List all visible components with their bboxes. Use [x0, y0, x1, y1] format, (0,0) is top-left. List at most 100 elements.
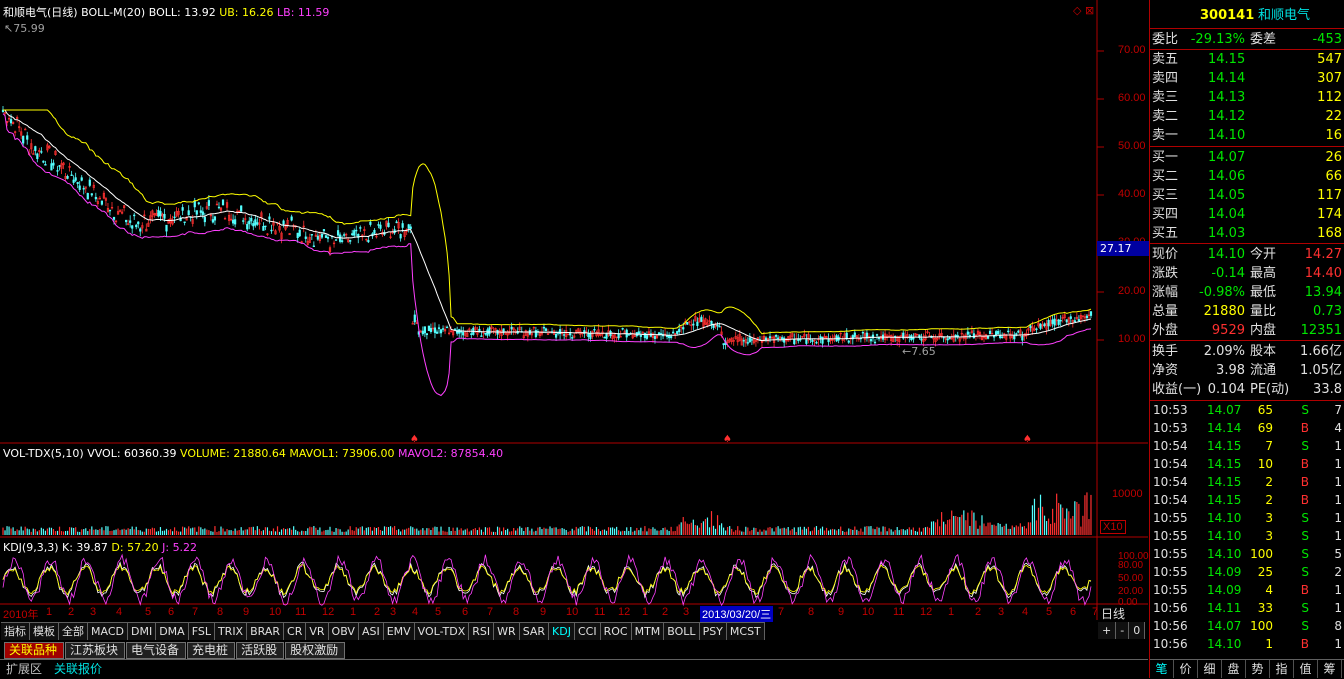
indicator-tab[interactable]: CCI: [574, 623, 601, 640]
indicator-tab[interactable]: EMV: [383, 623, 415, 640]
indicator-tab[interactable]: BRAR: [247, 623, 285, 640]
volume-bar: [214, 526, 216, 535]
tick-time: 10:55: [1153, 511, 1188, 525]
panel-tool-tab[interactable]: 值: [1294, 660, 1318, 678]
volume-bar: [965, 520, 967, 535]
footer-tab[interactable]: 扩展区: [0, 660, 48, 678]
volume-bar: [852, 529, 854, 535]
panel-tool-tab[interactable]: 指: [1270, 660, 1294, 678]
kline-candle-body: [569, 332, 572, 336]
indicator-tab[interactable]: KDJ: [549, 623, 575, 640]
kline-candle-body: [133, 214, 136, 217]
volume-bar: [775, 527, 777, 535]
kline-candle-body: [298, 229, 301, 237]
zoom-control-button[interactable]: 0: [1129, 622, 1146, 639]
footer-tab[interactable]: 关联报价: [48, 660, 108, 678]
kline-candle-body: [262, 226, 265, 231]
board-tab[interactable]: 股权激励: [285, 642, 346, 659]
kline-candle-body: [995, 331, 998, 336]
tick-row: 10:56 14.10 1 B 1: [1150, 635, 1344, 653]
tick-side: S: [1301, 511, 1309, 525]
indicator-tab[interactable]: 全部: [59, 623, 88, 640]
stock-period-title: 和顺电气(日线): [3, 6, 78, 19]
volume-bar: [69, 527, 71, 535]
kline-candle-body: [80, 177, 83, 181]
price-axis-label: 60.00: [1118, 92, 1146, 104]
stat-value: -0.14: [1211, 266, 1245, 281]
tick-time: 10:54: [1153, 457, 1188, 471]
volume-bar: [365, 527, 367, 535]
indicator-tab[interactable]: OBV: [328, 623, 359, 640]
indicator-tab[interactable]: TRIX: [214, 623, 248, 640]
kline-candle-body: [50, 163, 53, 171]
volume-bar: [769, 526, 771, 535]
period-label[interactable]: 日线: [1101, 605, 1125, 622]
indicator-tab[interactable]: ASI: [358, 623, 384, 640]
panel-tool-tab[interactable]: 盘: [1222, 660, 1246, 678]
indicator-tab[interactable]: MTM: [631, 623, 665, 640]
indicator-tab[interactable]: SAR: [519, 623, 550, 640]
indicator-tab[interactable]: DMI: [127, 623, 157, 640]
volume-bar: [1080, 526, 1082, 535]
volume-bar: [912, 527, 914, 535]
indicator-tab[interactable]: VOL-TDX: [414, 623, 470, 640]
volume-bar: [46, 528, 49, 535]
volume-bar: [10, 528, 12, 535]
board-tab[interactable]: 江苏板块: [65, 642, 126, 659]
chart-area[interactable]: ♠ ♠ ♠ 和顺电气(日线) BOLL-M(20) BOLL: 13.92 UB: …: [0, 0, 1149, 678]
board-tab[interactable]: 关联品种: [4, 642, 65, 659]
quote-stat-row: 涨幅 -0.98% 最低 13.94: [1150, 283, 1344, 302]
tick-volume: 25: [1257, 565, 1273, 579]
volume-bar: [712, 525, 715, 535]
indicator-tab[interactable]: RSI: [469, 623, 495, 640]
indicator-tab[interactable]: 模板: [30, 623, 59, 640]
volume-bar: [363, 530, 365, 535]
stat-label: 外盘: [1152, 323, 1179, 338]
kline-svg[interactable]: ♠ ♠ ♠: [0, 0, 1148, 678]
fundamental-row: 收益(一) 0.104 PE(动) 33.8: [1150, 380, 1344, 399]
indicator-tab[interactable]: 指标: [1, 623, 30, 640]
window-controls-icon[interactable]: ◇ ⊠: [1073, 4, 1094, 17]
indicator-tab[interactable]: MACD: [88, 623, 128, 640]
kline-candle-body: [1013, 335, 1016, 340]
indicator-tab[interactable]: CR: [284, 623, 307, 640]
indicator-tab[interactable]: MCST: [726, 623, 765, 640]
volume-bar: [163, 530, 166, 535]
zoom-control-button[interactable]: -: [1116, 622, 1130, 639]
volume-bar: [460, 528, 462, 535]
indicator-tab[interactable]: ROC: [600, 623, 632, 640]
panel-tool-tab[interactable]: 筹: [1318, 660, 1342, 678]
volume-bar: [224, 531, 226, 535]
panel-tool-tab[interactable]: 细: [1198, 660, 1222, 678]
indicator-tab[interactable]: VR: [306, 623, 329, 640]
kline-candle-body: [853, 332, 856, 338]
kline-candle-body: [1057, 319, 1060, 325]
volume-bar: [87, 531, 89, 535]
tick-count: 1: [1334, 475, 1342, 489]
volume-bar: [569, 530, 571, 535]
kline-candle-body: [407, 224, 410, 229]
board-tab[interactable]: 活跃股: [236, 642, 285, 659]
volume-bar: [125, 529, 127, 535]
volume-bar: [999, 523, 1001, 535]
tick-time: 10:55: [1153, 565, 1188, 579]
volume-bar: [91, 526, 93, 535]
indicator-tab[interactable]: PSY: [699, 623, 727, 640]
board-tab[interactable]: 电气设备: [126, 642, 187, 659]
panel-tool-tab[interactable]: 笔: [1150, 660, 1174, 678]
fund-value: 2.09%: [1203, 344, 1245, 359]
tick-count: 8: [1334, 619, 1342, 633]
indicator-tab[interactable]: WR: [494, 623, 520, 640]
indicator-tab[interactable]: FSL: [188, 623, 215, 640]
zoom-control-button[interactable]: +: [1098, 622, 1117, 639]
board-tab[interactable]: 充电桩: [187, 642, 236, 659]
volume-bar: [184, 527, 186, 535]
indicator-tab[interactable]: BOLL: [664, 623, 700, 640]
kline-candle-body: [605, 333, 608, 339]
indicator-tab[interactable]: DMA: [156, 623, 189, 640]
tick-row: 10:54 14.15 2 B 1: [1150, 473, 1344, 491]
panel-tool-tab[interactable]: 价: [1174, 660, 1198, 678]
volume-bar: [567, 531, 569, 535]
time-axis-tick: 9: [540, 606, 547, 618]
panel-tool-tab[interactable]: 势: [1246, 660, 1270, 678]
